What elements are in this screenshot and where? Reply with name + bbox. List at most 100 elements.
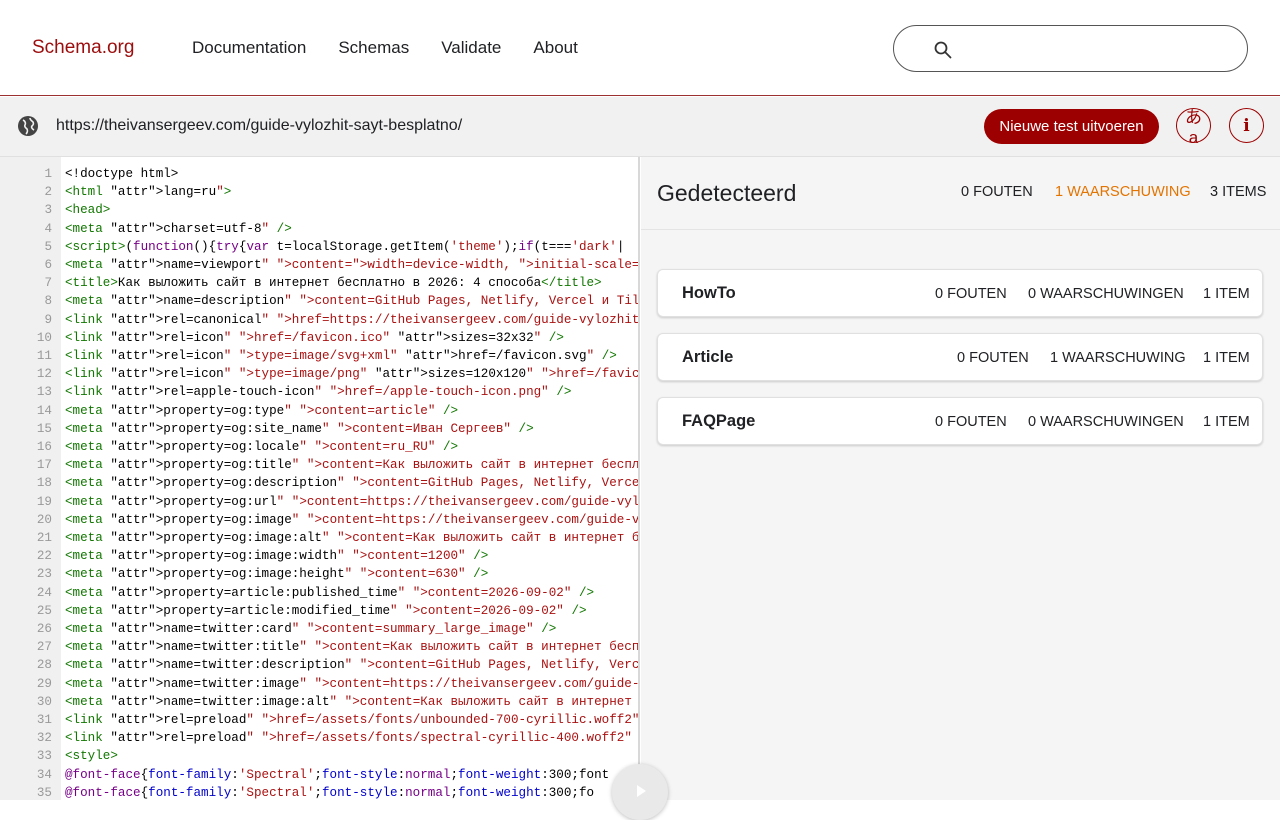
- code-text: <link "attr">rel=icon" ">type=image/png"…: [65, 367, 640, 382]
- total-items: 3 ITEMS: [1210, 184, 1267, 200]
- line-number: 8: [44, 294, 52, 309]
- line-number: 26: [36, 622, 52, 636]
- card-items: 1 ITEM: [1203, 350, 1250, 366]
- code-text: <html "attr">lang=ru">: [65, 185, 232, 200]
- code-text: <meta "attr">property=article:published_…: [65, 585, 595, 600]
- code-text: <!doctype html>: [65, 167, 179, 181]
- globe-icon: [18, 116, 38, 136]
- code-text: @font-face{font-family:'Spectral';font-s…: [65, 767, 610, 782]
- code-text: <meta "attr">name=twitter:title" ">conte…: [65, 640, 640, 655]
- card-items: 1 ITEM: [1203, 414, 1250, 430]
- total-warnings: 1 WAARSCHUWING: [1055, 184, 1191, 200]
- code-text: <meta "attr">property=og:description" ">…: [65, 476, 640, 491]
- url-bar: https://theivansergeev.com/guide-vylozhi…: [0, 97, 1280, 157]
- line-number: 28: [36, 658, 52, 673]
- line-number: 5: [44, 239, 52, 254]
- card-warnings: 0 WAARSCHUWINGEN: [1028, 286, 1184, 302]
- code-text: <meta "attr">property=og:title" ">conten…: [65, 458, 640, 473]
- code-text: @font-face{font-family:'Spectral';font-s…: [65, 785, 595, 800]
- code-text: <link "attr">rel=canonical" ">href=https…: [65, 312, 640, 327]
- code-text: <meta "attr">property=og:site_name" ">co…: [65, 421, 534, 436]
- code-text: <link "attr">rel=icon" ">href=/favicon.i…: [65, 330, 564, 345]
- schema-org-logo[interactable]: Schema.org: [32, 37, 134, 59]
- line-number: 6: [44, 258, 52, 272]
- search-input[interactable]: [964, 34, 1228, 64]
- card-items: 1 ITEM: [1203, 286, 1250, 302]
- results-panel: Gedetecteerd 0 FOUTEN 1 WAARSCHUWING 3 I…: [641, 157, 1280, 800]
- line-number: 12: [36, 367, 52, 382]
- line-number: 20: [36, 512, 52, 527]
- code-text: <link "attr">rel=preload" ">href=/assets…: [65, 713, 640, 727]
- code-text: <meta "attr">property=og:type" ">content…: [65, 403, 459, 418]
- line-number: 15: [36, 421, 52, 436]
- main-nav: Documentation Schemas Validate About: [192, 38, 578, 58]
- line-number: 4: [44, 221, 52, 236]
- line-number: 35: [36, 785, 52, 800]
- line-number: 32: [36, 731, 52, 746]
- line-number: 25: [36, 603, 52, 618]
- code-text: <meta "attr">property=og:image:width" ">…: [65, 549, 489, 564]
- code-text: <meta "attr">name=twitter:card" ">conten…: [65, 622, 557, 636]
- line-number: 23: [36, 567, 52, 582]
- nav-schemas[interactable]: Schemas: [338, 38, 409, 58]
- code-text: <meta "attr">charset=utf-8" />: [65, 221, 292, 236]
- line-number: 33: [36, 749, 52, 764]
- code-text: <meta "attr">property=og:locale" ">conte…: [65, 440, 459, 454]
- site-header: Schema.org Documentation Schemas Validat…: [0, 0, 1280, 96]
- code-text: <meta "attr">property=article:modified_t…: [65, 603, 587, 618]
- code-text: <meta "attr">property=og:image:height" "…: [65, 567, 489, 582]
- code-text: <meta "attr">property=og:url" ">content=…: [65, 494, 640, 509]
- line-number: 30: [36, 694, 52, 709]
- tested-url: https://theivansergeev.com/guide-vylozhi…: [56, 117, 463, 134]
- search-box[interactable]: [893, 25, 1248, 72]
- code-text: <title>Как выложить сайт в интернет бесп…: [65, 276, 602, 291]
- result-card-faqpage[interactable]: FAQPage 0 FOUTEN 0 WAARSCHUWINGEN 1 ITEM: [657, 397, 1263, 445]
- results-header: Gedetecteerd 0 FOUTEN 1 WAARSCHUWING 3 I…: [641, 157, 1280, 230]
- code-text: <meta "attr">name=twitter:description" "…: [65, 658, 640, 673]
- run-new-test-button[interactable]: Nieuwe test uitvoeren: [984, 109, 1159, 144]
- card-errors: 0 FOUTEN: [935, 414, 1007, 430]
- line-number: 14: [36, 403, 52, 418]
- nav-about[interactable]: About: [533, 38, 577, 58]
- code-text: <link "attr">rel=icon" ">type=image/svg+…: [65, 349, 617, 363]
- line-number: 11: [36, 349, 52, 363]
- line-number: 22: [36, 549, 52, 564]
- card-errors: 0 FOUTEN: [957, 350, 1029, 366]
- code-text: <meta "attr">name=twitter:image:alt" ">c…: [65, 694, 632, 709]
- code-text: <meta "attr">property=og:image:alt" ">co…: [65, 531, 640, 545]
- line-number: 7: [44, 276, 52, 291]
- card-name: Article: [682, 348, 734, 366]
- search-icon: [934, 41, 952, 59]
- card-name: HowTo: [682, 284, 736, 302]
- results-title: Gedetecteerd: [657, 180, 797, 206]
- nav-validate[interactable]: Validate: [441, 38, 501, 58]
- line-number: 1: [44, 167, 52, 181]
- code-text: <meta "attr">property=og:image" ">conten…: [65, 512, 640, 527]
- line-number: 24: [36, 585, 52, 600]
- info-icon[interactable]: i: [1229, 108, 1264, 143]
- line-number: 13: [36, 385, 52, 400]
- card-name: FAQPage: [682, 412, 756, 430]
- code-text: <link "attr">rel=preload" ">href=/assets…: [65, 731, 632, 746]
- total-errors: 0 FOUTEN: [961, 184, 1033, 200]
- play-icon: [637, 785, 646, 797]
- card-warnings: 0 WAARSCHUWINGEN: [1028, 414, 1184, 430]
- line-number: 9: [44, 312, 52, 327]
- line-number: 3: [44, 203, 52, 218]
- code-text: <head>: [65, 203, 111, 218]
- language-icon[interactable]: あa: [1176, 108, 1211, 147]
- line-number: 16: [36, 440, 52, 454]
- source-code-panel[interactable]: 1 <!doctype html> 2 <html "attr">lang=ru"> 3…: [0, 157, 640, 800]
- result-card-article[interactable]: Article 0 FOUTEN 1 WAARSCHUWING 1 ITEM: [657, 333, 1263, 381]
- line-number: 34: [36, 767, 52, 782]
- card-warnings: 1 WAARSCHUWING: [1050, 350, 1186, 366]
- code-text: <meta "attr">name=viewport" ">content=">…: [65, 258, 640, 272]
- line-number: 10: [36, 330, 52, 345]
- line-number: 18: [36, 476, 52, 491]
- code-text: <style>: [65, 749, 118, 764]
- play-button[interactable]: [612, 764, 668, 820]
- line-number: 21: [36, 531, 52, 545]
- nav-documentation[interactable]: Documentation: [192, 38, 306, 58]
- line-number: 2: [44, 185, 52, 200]
- result-card-howto[interactable]: HowTo 0 FOUTEN 0 WAARSCHUWINGEN 1 ITEM: [657, 269, 1263, 317]
